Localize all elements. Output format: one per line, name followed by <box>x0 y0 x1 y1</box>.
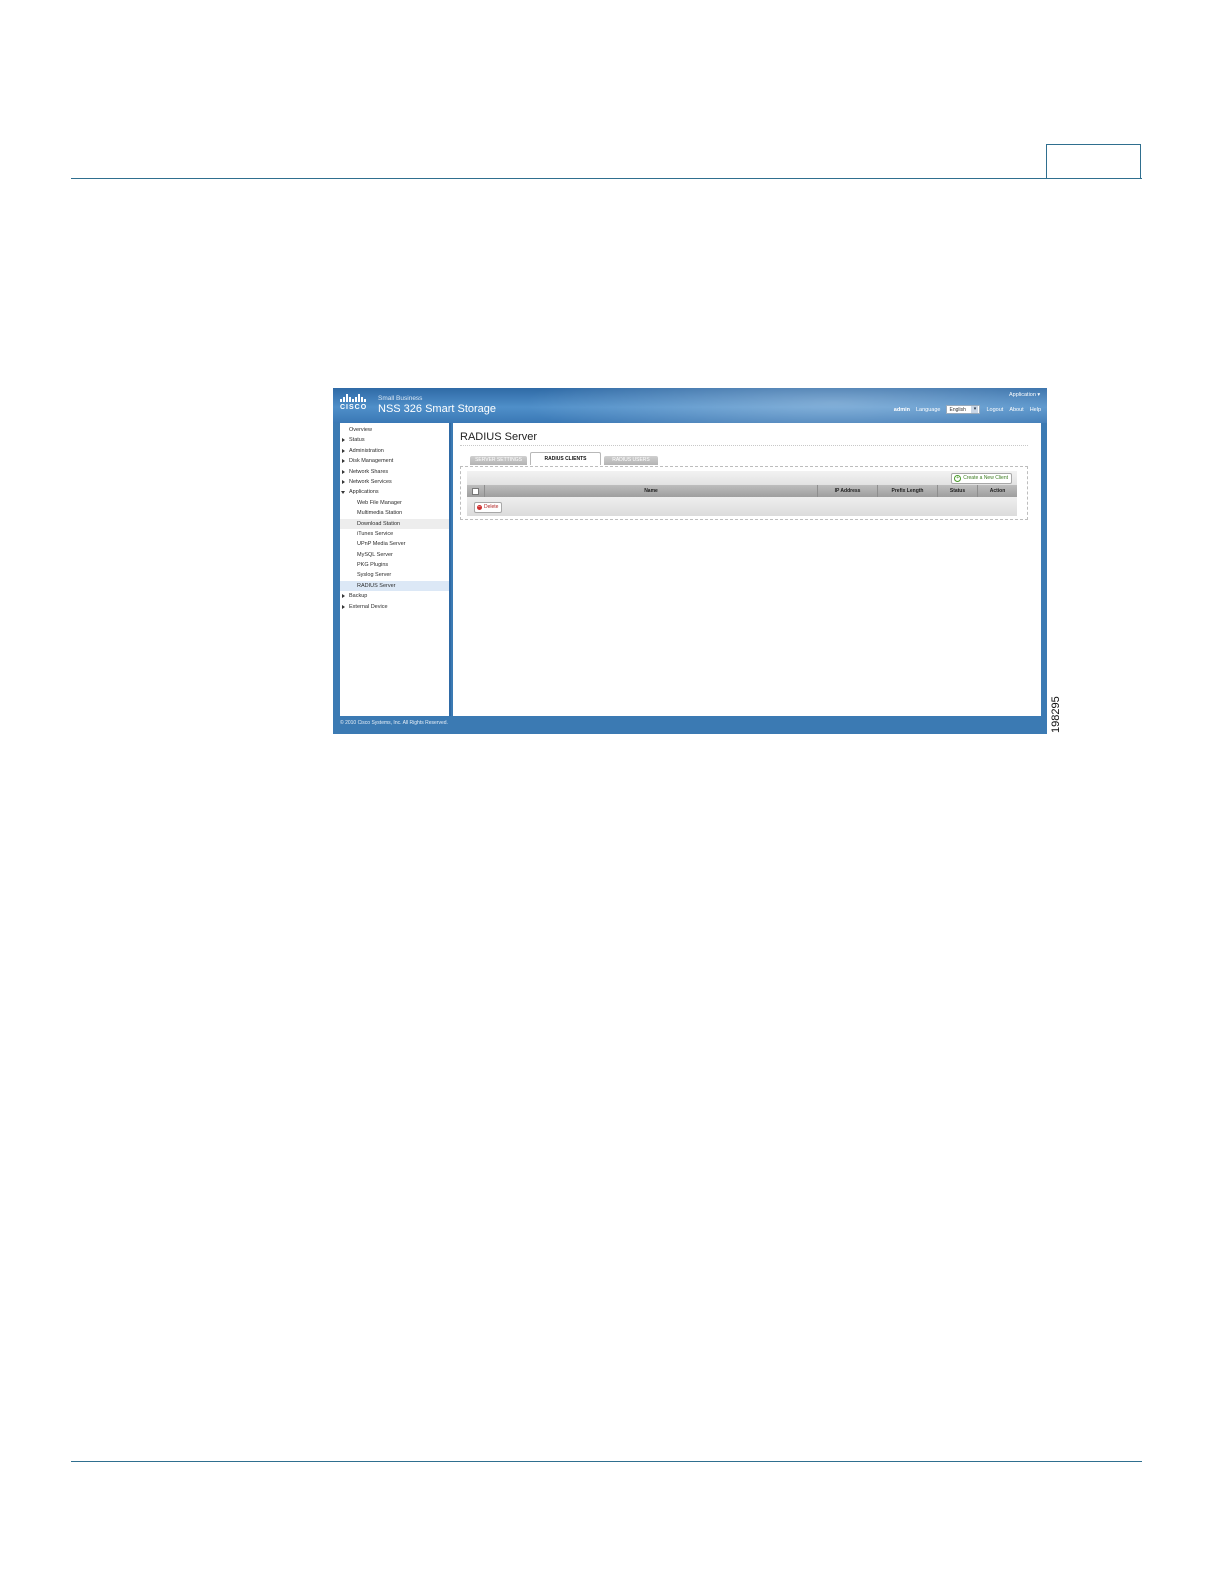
caret-right-icon <box>342 604 345 609</box>
application-menu[interactable]: Application ▾ <box>1009 392 1040 398</box>
sidebar-item-label: RADIUS Server <box>357 582 396 589</box>
table-header: Name IP Address Prefix Length Status Act… <box>467 485 1017 497</box>
sidebar-item-label: Status <box>349 437 365 444</box>
sidebar-item-upnp-media-server[interactable]: UPnP Media Server <box>340 539 449 549</box>
tab-radius-users[interactable]: RADIUS USERS <box>604 456 658 465</box>
figure-number: 198295 <box>1050 696 1062 733</box>
sidebar-item-label: Disk Management <box>349 458 394 465</box>
cisco-logo-word: CISCO <box>340 404 368 411</box>
brand-subtitle: Small Business <box>378 395 423 402</box>
sidebar-item-radius-server[interactable]: RADIUS Server <box>340 580 449 592</box>
sidebar-item-syslog-server[interactable]: Syslog Server <box>340 570 449 580</box>
cisco-bars-icon <box>340 394 372 402</box>
sidebar-item-network-services[interactable]: Network Services <box>340 477 449 487</box>
sidebar-item-label: Network Services <box>349 478 392 485</box>
column-header-name[interactable]: Name <box>484 485 817 497</box>
sidebar-item-disk-management[interactable]: Disk Management <box>340 456 449 466</box>
select-all-checkbox[interactable] <box>472 487 479 495</box>
tab-radius-clients[interactable]: RADIUS CLIENTS <box>530 452 601 465</box>
sidebar-item-label: MySQL Server <box>357 551 393 558</box>
column-header-status[interactable]: Status <box>937 485 977 497</box>
sidebar-item-status[interactable]: Status <box>340 435 449 445</box>
product-name: NSS 326 Smart Storage <box>378 403 497 415</box>
sidebar-item-label: Multimedia Station <box>357 510 403 517</box>
sidebar-item-label: Administration <box>349 447 384 454</box>
delete-button[interactable]: − Delete <box>474 502 503 513</box>
about-link[interactable]: About <box>1009 407 1023 413</box>
create-client-label: Create a New Client <box>963 475 1008 481</box>
sidebar-item-label: iTunes Service <box>357 530 394 537</box>
header-banner: CISCO Small Business NSS 326 Smart Stora… <box>333 388 1047 423</box>
sidebar-item-external-device[interactable]: External Device <box>340 602 449 612</box>
page-bottom-rule <box>71 1461 1142 1462</box>
page-title: RADIUS Server <box>460 431 538 443</box>
plus-icon: + <box>954 475 962 482</box>
caret-right-icon <box>342 479 345 484</box>
caret-right-icon <box>342 438 345 443</box>
sidebar-item-label: Download Station <box>357 520 401 527</box>
sidebar-item-applications[interactable]: Applications <box>340 487 449 497</box>
sidebar-item-backup[interactable]: Backup <box>340 591 449 601</box>
delete-label: Delete <box>484 504 499 510</box>
delete-icon: − <box>477 504 482 510</box>
caret-right-icon <box>342 594 345 599</box>
sidebar-item-overview[interactable]: Overview <box>340 425 449 435</box>
sidebar-item-pkg-plugins[interactable]: PKG Plugins <box>340 560 449 570</box>
sidebar-item-label: External Device <box>349 603 388 610</box>
sidebar-item-label: Applications <box>349 489 379 496</box>
title-divider <box>460 445 1028 446</box>
copyright-text: © 2010 Cisco Systems, Inc. All Rights Re… <box>340 720 448 726</box>
sidebar-item-label: Network Shares <box>349 468 389 475</box>
sidebar-item-label: UPnP Media Server <box>357 541 406 548</box>
caret-down-icon <box>341 491 345 495</box>
caret-right-icon <box>342 469 345 474</box>
sidebar-item-network-shares[interactable]: Network Shares <box>340 467 449 477</box>
sidebar-item-web-file-manager[interactable]: Web File Manager <box>340 498 449 508</box>
column-header-ip-address[interactable]: IP Address <box>817 485 877 497</box>
table-toolbar: + Create a New Client <box>467 471 1017 485</box>
current-user: admin <box>893 406 910 413</box>
sidebar-item-download-station[interactable]: Download Station <box>340 518 449 529</box>
column-header-prefix-length[interactable]: Prefix Length <box>877 485 937 497</box>
sidebar-item-administration[interactable]: Administration <box>340 446 449 456</box>
language-select[interactable]: English ▾ <box>946 405 981 414</box>
logout-link[interactable]: Logout <box>986 407 1003 413</box>
sidebar-item-label: Syslog Server <box>357 572 392 579</box>
sidebar-item-mysql-server[interactable]: MySQL Server <box>340 550 449 560</box>
tab-bar: SERVER SETTINGS RADIUS CLIENTS RADIUS US… <box>470 452 658 465</box>
select-all-cell <box>467 485 484 497</box>
language-value: English <box>949 406 966 413</box>
sidebar-item-label: Web File Manager <box>357 499 402 506</box>
page-header-tab-box <box>1046 144 1141 178</box>
app-screenshot: CISCO Small Business NSS 326 Smart Stora… <box>333 388 1047 734</box>
caret-right-icon <box>342 448 345 453</box>
help-link[interactable]: Help <box>1030 407 1041 413</box>
chevron-down-icon: ▾ <box>971 406 979 413</box>
cisco-logo-icon: CISCO <box>340 394 372 414</box>
sidebar-item-label: Overview <box>349 427 372 433</box>
clients-panel: + Create a New Client Name IP Address Pr… <box>460 466 1028 520</box>
caret-right-icon <box>342 459 345 464</box>
sidebar-nav: Overview Status Administration Disk Mana… <box>340 423 451 716</box>
page-top-rule <box>71 178 1142 179</box>
header-links: admin Language English ▾ Logout About He… <box>894 405 1041 414</box>
table-footer: − Delete <box>467 497 1017 516</box>
sidebar-item-label: PKG Plugins <box>357 562 389 569</box>
sidebar-item-label: Backup <box>349 593 368 600</box>
sidebar-item-multimedia-station[interactable]: Multimedia Station <box>340 508 449 518</box>
language-label: Language <box>916 406 941 413</box>
create-client-button[interactable]: + Create a New Client <box>951 473 1012 484</box>
tab-server-settings[interactable]: SERVER SETTINGS <box>470 456 527 465</box>
column-header-action[interactable]: Action <box>977 485 1017 497</box>
sidebar-item-itunes-service[interactable]: iTunes Service <box>340 529 449 539</box>
main-content: RADIUS Server SERVER SETTINGS RADIUS CLI… <box>453 423 1041 716</box>
